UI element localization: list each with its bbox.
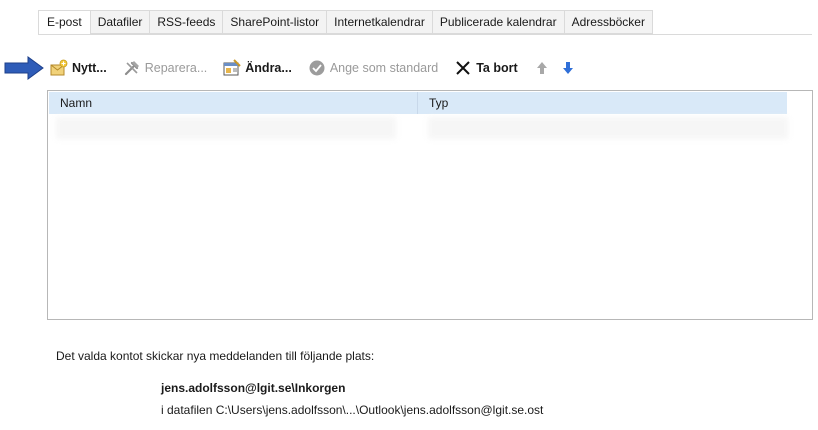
- set-as-default-label: Ange som standard: [329, 61, 439, 75]
- tab-divider: [38, 34, 812, 35]
- repair-label: Reparera...: [144, 61, 208, 75]
- column-divider: [417, 92, 418, 114]
- tab-adressbocker[interactable]: Adressböcker: [564, 10, 653, 34]
- edit-account-icon: [223, 59, 241, 76]
- tab-datafiler[interactable]: Datafiler: [90, 10, 151, 34]
- data-file-path: i datafilen C:\Users\jens.adolfsson\...\…: [161, 403, 544, 417]
- delivery-info-text: Det valda kontot skickar nya meddelanden…: [56, 349, 375, 363]
- check-circle-icon: [309, 60, 325, 76]
- redacted-account-name: [56, 117, 396, 139]
- remove-button[interactable]: Ta bort: [454, 57, 518, 79]
- column-header-name[interactable]: Namn: [60, 92, 92, 114]
- account-toolbar: Nytt... Reparera... Ändra... Ange som st…: [50, 57, 586, 79]
- account-list[interactable]: Namn Typ: [47, 90, 813, 320]
- repair-tools-icon: [124, 61, 139, 76]
- pointer-arrow-icon: [4, 56, 44, 80]
- new-account-label: Nytt...: [72, 61, 107, 75]
- column-header-type[interactable]: Typ: [429, 92, 448, 114]
- close-x-icon: [456, 61, 470, 75]
- arrow-up-icon[interactable]: [534, 59, 550, 77]
- tab-rss-feeds[interactable]: RSS-feeds: [150, 10, 224, 34]
- set-as-default-button[interactable]: Ange som standard: [308, 57, 438, 79]
- new-mail-icon: [50, 59, 68, 76]
- delivery-location: jens.adolfsson@lgit.se\Inkorgen: [161, 381, 346, 395]
- tab-e-post[interactable]: E-post: [38, 10, 91, 35]
- change-button[interactable]: Ändra...: [223, 57, 292, 79]
- repair-button[interactable]: Reparera...: [123, 57, 208, 79]
- change-label: Ändra...: [245, 61, 292, 75]
- arrow-down-icon[interactable]: [560, 59, 576, 77]
- list-header: Namn Typ: [49, 92, 787, 114]
- tab-internetkalendrar[interactable]: Internetkalendrar: [327, 10, 433, 34]
- remove-label: Ta bort: [476, 61, 518, 75]
- tab-publicerade-kalendrar[interactable]: Publicerade kalendrar: [432, 10, 565, 34]
- account-settings-tabs: E-post Datafiler RSS-feeds SharePoint-li…: [38, 10, 653, 35]
- tab-sharepoint-listor[interactable]: SharePoint-listor: [223, 10, 328, 34]
- redacted-account-type: [428, 117, 788, 139]
- new-account-button[interactable]: Nytt...: [50, 57, 107, 79]
